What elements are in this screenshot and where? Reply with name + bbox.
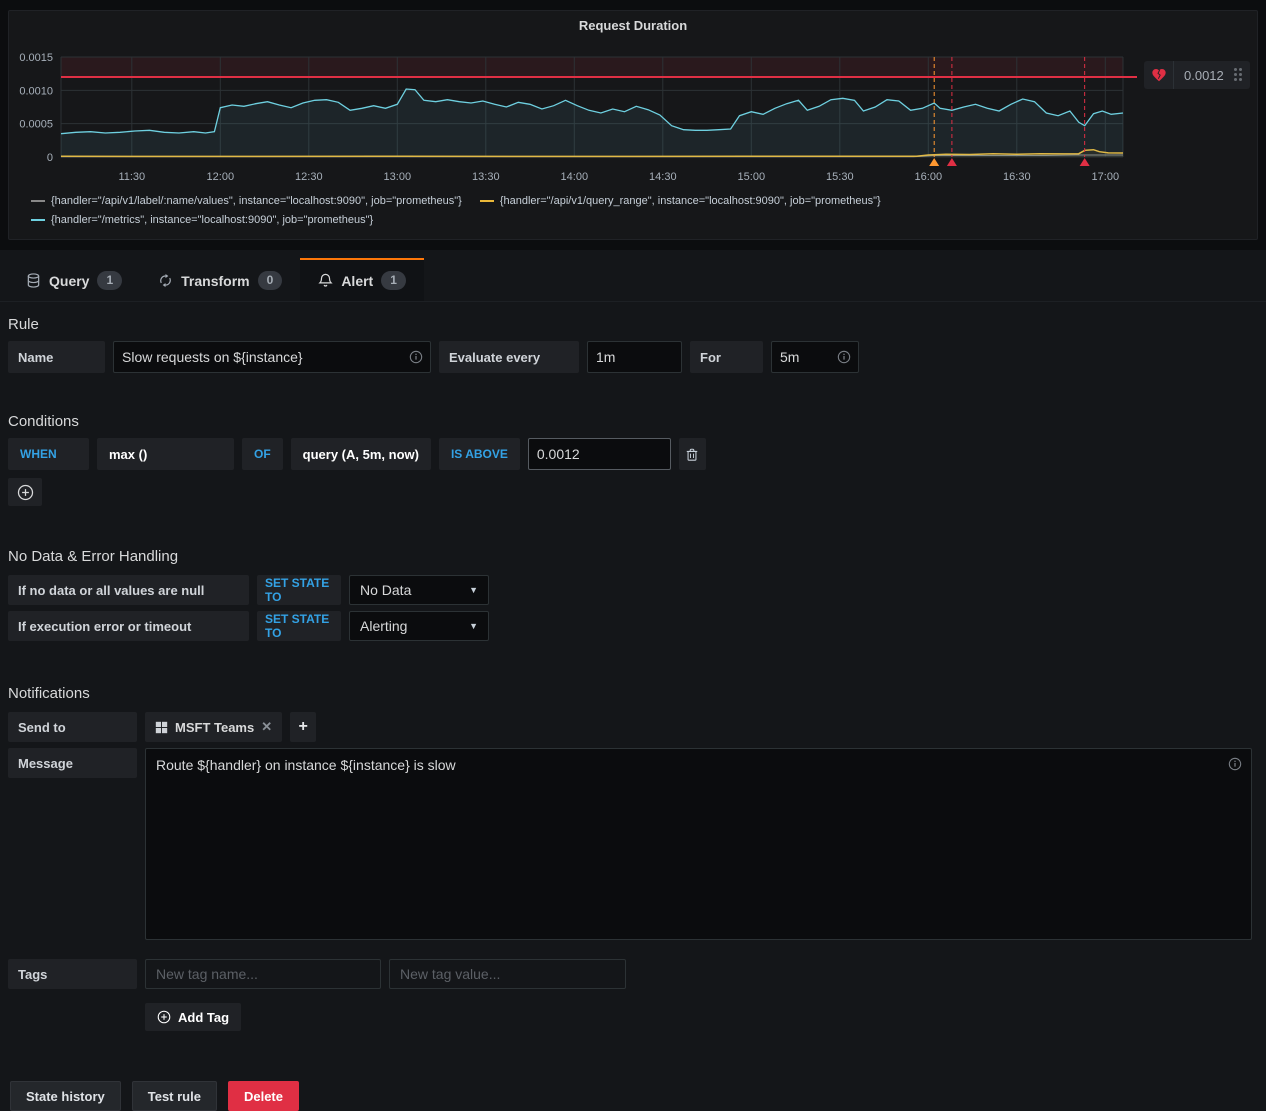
legend-label: {handler="/api/v1/query_range", instance…: [500, 195, 881, 207]
svg-text:13:30: 13:30: [472, 171, 500, 183]
svg-text:17:00: 17:00: [1092, 171, 1120, 183]
svg-text:0: 0: [47, 152, 53, 164]
database-icon: [26, 273, 41, 288]
set-state-to: SET STATE TO: [257, 575, 341, 605]
legend-label: {handler="/metrics", instance="localhost…: [51, 214, 373, 226]
for-input[interactable]: [771, 341, 859, 373]
chart-legend: {handler="/api/v1/label/:name/values", i…: [31, 195, 881, 233]
svg-text:14:00: 14:00: [561, 171, 589, 183]
legend-color-dash: [31, 200, 45, 202]
panel-editor-tabs: Query 1 Transform 0 Alert 1: [0, 250, 1266, 302]
alert-form: Rule Name Evaluate every For Conditions …: [0, 316, 1266, 1111]
svg-text:13:00: 13:00: [384, 171, 412, 183]
svg-text:0.0005: 0.0005: [19, 119, 53, 131]
graph-panel: Request Duration 0 0.0005 0.0010 0.0015 11:3…: [8, 10, 1258, 240]
add-tag-button[interactable]: Add Tag: [145, 1003, 241, 1031]
tab-count-badge: 0: [258, 271, 283, 290]
msteams-icon: [155, 721, 168, 734]
svg-text:15:30: 15:30: [826, 171, 854, 183]
tag-name-input[interactable]: [145, 959, 381, 989]
selected-option: Alerting: [360, 618, 407, 634]
message-textarea[interactable]: Route ${handler} on instance ${instance}…: [145, 748, 1252, 940]
svg-text:11:30: 11:30: [118, 171, 145, 183]
legend-color-dash: [31, 219, 45, 221]
trash-icon: [685, 447, 699, 462]
svg-text:0.0015: 0.0015: [19, 52, 53, 64]
add-channel-button[interactable]: +: [290, 712, 316, 742]
message-label: Message: [8, 748, 137, 778]
bell-icon: [318, 273, 333, 288]
exec-error-select[interactable]: Alerting ▼: [349, 611, 489, 641]
test-rule-button[interactable]: Test rule: [132, 1081, 217, 1111]
rule-name-input[interactable]: [113, 341, 431, 373]
rule-heading: Rule: [8, 316, 1258, 333]
condition-when[interactable]: WHEN: [8, 438, 89, 470]
add-tag-label: Add Tag: [178, 1010, 229, 1025]
condition-threshold-input[interactable]: [528, 438, 671, 470]
svg-text:16:30: 16:30: [1003, 171, 1031, 183]
tag-value-input[interactable]: [389, 959, 626, 989]
evaluate-every-input[interactable]: [587, 341, 682, 373]
tab-label: Alert: [341, 273, 373, 289]
svg-text:16:00: 16:00: [915, 171, 943, 183]
selected-option: No Data: [360, 582, 411, 598]
legend-label: {handler="/api/v1/label/:name/values", i…: [51, 195, 462, 207]
tab-alert[interactable]: Alert 1: [300, 258, 424, 301]
tab-transform[interactable]: Transform 0: [140, 258, 300, 301]
svg-text:0.0010: 0.0010: [19, 85, 53, 97]
svg-text:12:00: 12:00: [207, 171, 235, 183]
conditions-heading: Conditions: [8, 413, 1258, 430]
exec-error-label: If execution error or timeout: [8, 611, 249, 641]
for-label: For: [690, 341, 763, 373]
send-to-label: Send to: [8, 712, 137, 742]
circle-plus-icon: [157, 1010, 171, 1024]
legend-item[interactable]: {handler="/metrics", instance="localhost…: [31, 214, 373, 226]
dashboard-area: Request Duration 0 0.0005 0.0010 0.0015 11:3…: [0, 0, 1266, 250]
tab-count-badge: 1: [381, 271, 406, 290]
chevron-down-icon: ▼: [469, 621, 478, 631]
evaluate-every-label: Evaluate every: [439, 341, 579, 373]
no-data-select[interactable]: No Data ▼: [349, 575, 489, 605]
condition-of[interactable]: OF: [242, 438, 283, 470]
delete-button[interactable]: Delete: [228, 1081, 299, 1111]
info-icon: [1228, 757, 1242, 771]
tab-query[interactable]: Query 1: [8, 258, 140, 301]
heart-break-icon: [1144, 61, 1174, 89]
condition-aggregation[interactable]: max (): [97, 438, 234, 470]
legend-color-dash: [480, 200, 494, 202]
svg-text:15:00: 15:00: [738, 171, 766, 183]
legend-item[interactable]: {handler="/api/v1/query_range", instance…: [480, 195, 881, 207]
chevron-down-icon: ▼: [469, 585, 478, 595]
notifications-heading: Notifications: [8, 685, 1258, 702]
drag-dots-icon: [1234, 68, 1243, 82]
svg-text:12:30: 12:30: [295, 171, 323, 183]
panel-title[interactable]: Request Duration: [9, 18, 1257, 33]
channel-name: MSFT Teams: [175, 720, 254, 735]
name-label: Name: [8, 341, 105, 373]
tab-count-badge: 1: [97, 271, 122, 290]
no-data-label: If no data or all values are null: [8, 575, 249, 605]
tab-label: Transform: [181, 273, 249, 289]
transform-icon: [158, 273, 173, 288]
circle-plus-icon: [17, 484, 34, 501]
notification-channel-chip: MSFT Teams ✕: [145, 712, 282, 742]
timeseries-chart[interactable]: 0 0.0005 0.0010 0.0015 11:30 12:00 12:30 13:00 1…: [9, 47, 1257, 189]
threshold-drag-handle[interactable]: 0.0012: [1144, 61, 1250, 89]
remove-channel-icon[interactable]: ✕: [261, 719, 272, 735]
tags-label: Tags: [8, 959, 137, 989]
legend-item[interactable]: {handler="/api/v1/label/:name/values", i…: [31, 195, 462, 207]
tab-label: Query: [49, 273, 89, 289]
svg-text:14:30: 14:30: [649, 171, 677, 183]
set-state-to: SET STATE TO: [257, 611, 341, 641]
threshold-value: 0.0012: [1174, 68, 1234, 83]
state-history-button[interactable]: State history: [10, 1081, 121, 1111]
condition-query-part[interactable]: query (A, 5m, now): [291, 438, 431, 470]
condition-operator[interactable]: IS ABOVE: [439, 438, 520, 470]
add-condition-button[interactable]: [8, 478, 42, 506]
no-data-heading: No Data & Error Handling: [8, 548, 1258, 565]
delete-condition-button[interactable]: [679, 438, 706, 470]
